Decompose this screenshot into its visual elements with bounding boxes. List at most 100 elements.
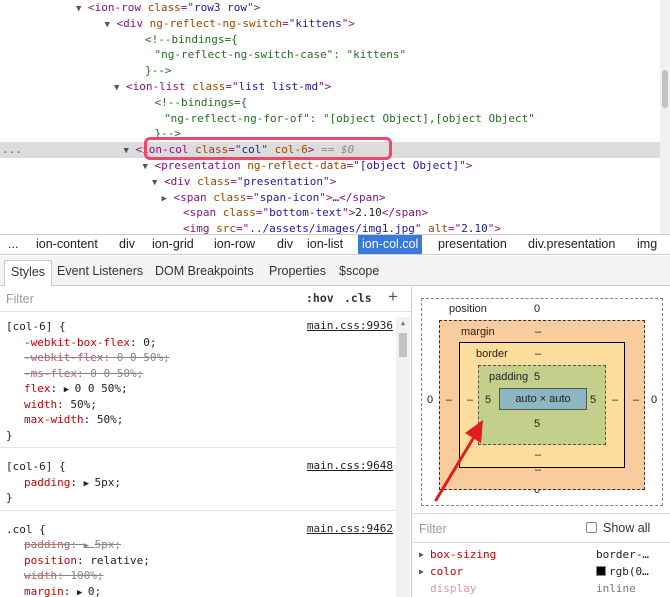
breadcrumb-item[interactable]: ion-list bbox=[303, 235, 347, 254]
box-border-bottom[interactable]: – bbox=[535, 449, 541, 461]
dom-node[interactable]: }--> bbox=[0, 63, 660, 79]
breadcrumb-item[interactable]: ion-content bbox=[32, 235, 102, 254]
expand-right-icon[interactable]: ▶ bbox=[84, 541, 95, 551]
scrollbar-thumb[interactable] bbox=[399, 333, 407, 357]
new-style-rule-button[interactable]: + bbox=[388, 287, 398, 307]
styles-filter-input[interactable]: Filter bbox=[6, 292, 34, 306]
dom-node[interactable]: ▼ <div ng-reflect-ng-switch="kittens"> bbox=[0, 16, 660, 32]
css-declaration[interactable]: padding: ▶ 5px; bbox=[24, 475, 121, 491]
expand-down-icon[interactable]: ▼ bbox=[114, 80, 126, 96]
css-declaration[interactable]: width: 50%; bbox=[24, 397, 97, 413]
box-margin-top[interactable]: – bbox=[535, 326, 541, 338]
dom-node[interactable]: <!--bindings={ bbox=[0, 95, 660, 111]
tab-dom-breakpoints[interactable]: DOM Breakpoints bbox=[149, 260, 260, 286]
tab-event-listeners[interactable]: Event Listeners bbox=[51, 260, 149, 286]
css-property-name[interactable]: -webkit-box-flex bbox=[24, 336, 130, 349]
elements-dom-tree[interactable]: ▼ <ion-row class="row3 row"> ▼ <div ng-refl… bbox=[0, 0, 670, 234]
box-padding-right[interactable]: 5 bbox=[590, 394, 596, 406]
box-padding-bottom[interactable]: 5 bbox=[534, 418, 540, 430]
styles-scrollbar[interactable]: ▲ bbox=[396, 317, 410, 597]
computed-filter-input[interactable]: Filter bbox=[419, 522, 447, 536]
css-declaration[interactable]: -webkit-flex: 0 0 50%; bbox=[24, 350, 170, 366]
breadcrumb-item[interactable]: ion-col.col bbox=[358, 235, 423, 254]
color-swatch-icon[interactable] bbox=[596, 566, 606, 576]
checkbox-icon[interactable] bbox=[586, 522, 597, 533]
css-property-name[interactable]: position bbox=[24, 554, 77, 567]
css-property-name[interactable]: flex bbox=[24, 382, 51, 395]
dom-scrollbar[interactable] bbox=[660, 0, 670, 234]
dom-node[interactable]: <img src="../assets/images/img1.jpg" alt… bbox=[0, 221, 660, 234]
dom-node[interactable]: <span class="bottom-text">2.10</span> bbox=[0, 205, 660, 221]
css-property-value[interactable]: 100%; bbox=[70, 569, 103, 582]
breadcrumb-item[interactable]: presentation bbox=[434, 235, 511, 254]
computed-property[interactable]: ▶ box-sizing border-… bbox=[413, 546, 670, 563]
css-declaration[interactable]: margin: ▶ 0; bbox=[24, 584, 101, 597]
box-margin-left[interactable]: – bbox=[446, 394, 452, 406]
expand-down-icon[interactable]: ▼ bbox=[124, 143, 136, 159]
breadcrumb-item[interactable]: img bbox=[633, 235, 661, 254]
css-property-name[interactable]: padding bbox=[24, 538, 70, 551]
tab-scope[interactable]: $scope bbox=[333, 260, 385, 286]
box-border-left[interactable]: – bbox=[467, 394, 473, 406]
dom-node[interactable]: "ng-reflect-ng-for-of": "[object Object]… bbox=[0, 111, 660, 127]
computed-property[interactable]: display inline bbox=[413, 580, 670, 597]
box-padding-left[interactable]: 5 bbox=[485, 394, 491, 406]
tab-styles[interactable]: Styles bbox=[4, 260, 53, 286]
rule-selector[interactable]: [col-6] { bbox=[6, 459, 66, 475]
box-border-top[interactable]: – bbox=[535, 348, 541, 360]
css-property-name[interactable]: width bbox=[24, 398, 57, 411]
rule-source-link[interactable]: main.css:9936 bbox=[307, 319, 393, 332]
breadcrumb-item[interactable]: div.presentation bbox=[524, 235, 619, 254]
dom-node[interactable]: "ng-reflect-ng-switch-case": "kittens" bbox=[0, 47, 660, 63]
expand-down-icon[interactable]: ▼ bbox=[76, 1, 88, 17]
expand-down-icon[interactable]: ▼ bbox=[105, 17, 117, 33]
expand-down-icon[interactable]: ▼ bbox=[143, 159, 155, 175]
css-declaration[interactable]: padding: ▶ 5px; bbox=[24, 537, 121, 553]
show-all-checkbox[interactable]: Show all bbox=[586, 521, 650, 535]
dom-node[interactable]: <!--bindings={ bbox=[0, 32, 660, 48]
css-property-name[interactable]: padding bbox=[24, 476, 70, 489]
breadcrumb-item[interactable]: div bbox=[273, 235, 297, 254]
breadcrumb-item[interactable]: div bbox=[115, 235, 139, 254]
dom-node-selected[interactable]: ▼ <ion-col class="col" col-6> == $0... bbox=[0, 142, 660, 159]
rule-selector[interactable]: [col-6] { bbox=[6, 319, 66, 335]
breadcrumb-item[interactable]: ion-grid bbox=[148, 235, 198, 254]
css-declaration[interactable]: width: 100%; bbox=[24, 568, 104, 584]
css-property-name[interactable]: margin bbox=[24, 585, 64, 597]
css-property-name[interactable]: max-width bbox=[24, 413, 84, 426]
css-declaration[interactable]: flex: ▶ 0 0 50%; bbox=[24, 381, 128, 397]
box-margin-right[interactable]: – bbox=[633, 394, 639, 406]
expand-right-icon[interactable]: ▶ bbox=[64, 385, 75, 395]
css-declaration[interactable]: position: relative; bbox=[24, 553, 150, 569]
css-property-value[interactable]: 0 0 50%; bbox=[90, 367, 143, 380]
css-property-value[interactable]: 50%; bbox=[70, 398, 97, 411]
expand-right-icon[interactable]: ▶ bbox=[162, 191, 174, 207]
css-property-value[interactable]: 5px; bbox=[94, 476, 121, 489]
css-property-value[interactable]: 0; bbox=[143, 336, 156, 349]
css-property-name[interactable]: -ms-flex bbox=[24, 367, 77, 380]
dom-node[interactable]: ▼ <ion-row class="row3 row"> bbox=[0, 0, 660, 16]
css-declaration[interactable]: max-width: 50%; bbox=[24, 412, 123, 428]
css-declaration[interactable]: -webkit-box-flex: 0; bbox=[24, 335, 156, 351]
css-property-value[interactable]: 50%; bbox=[97, 413, 124, 426]
css-property-value[interactable]: relative; bbox=[90, 554, 150, 567]
expand-down-icon[interactable]: ▼ bbox=[152, 175, 164, 191]
dom-node[interactable]: }--> bbox=[0, 126, 660, 142]
rule-source-link[interactable]: main.css:9648 bbox=[307, 459, 393, 472]
box-border-right[interactable]: – bbox=[612, 394, 618, 406]
rule-source-link[interactable]: main.css:9462 bbox=[307, 522, 393, 535]
breadcrumb-overflow[interactable]: ... bbox=[4, 235, 22, 254]
computed-property[interactable]: ▶ color rgb(0… bbox=[413, 563, 670, 580]
rule-selector[interactable]: .col { bbox=[6, 522, 46, 538]
hov-toggle-button[interactable]: :hov bbox=[306, 291, 334, 305]
dom-node[interactable]: ▼ <ion-list class="list list-md"> bbox=[0, 79, 660, 95]
dom-node[interactable]: ▼ <presentation ng-reflect-data="[object … bbox=[0, 158, 660, 174]
box-padding-top[interactable]: 5 bbox=[534, 371, 540, 383]
css-property-value[interactable]: 5px; bbox=[94, 538, 121, 551]
expand-right-icon[interactable]: ▶ bbox=[77, 588, 88, 597]
cls-toggle-button[interactable]: .cls bbox=[344, 291, 372, 305]
tab-properties[interactable]: Properties bbox=[263, 260, 332, 286]
css-property-name[interactable]: width bbox=[24, 569, 57, 582]
css-property-name[interactable]: -webkit-flex bbox=[24, 351, 103, 364]
dom-node[interactable]: ▶ <span class="span-icon">…</span> bbox=[0, 190, 660, 206]
